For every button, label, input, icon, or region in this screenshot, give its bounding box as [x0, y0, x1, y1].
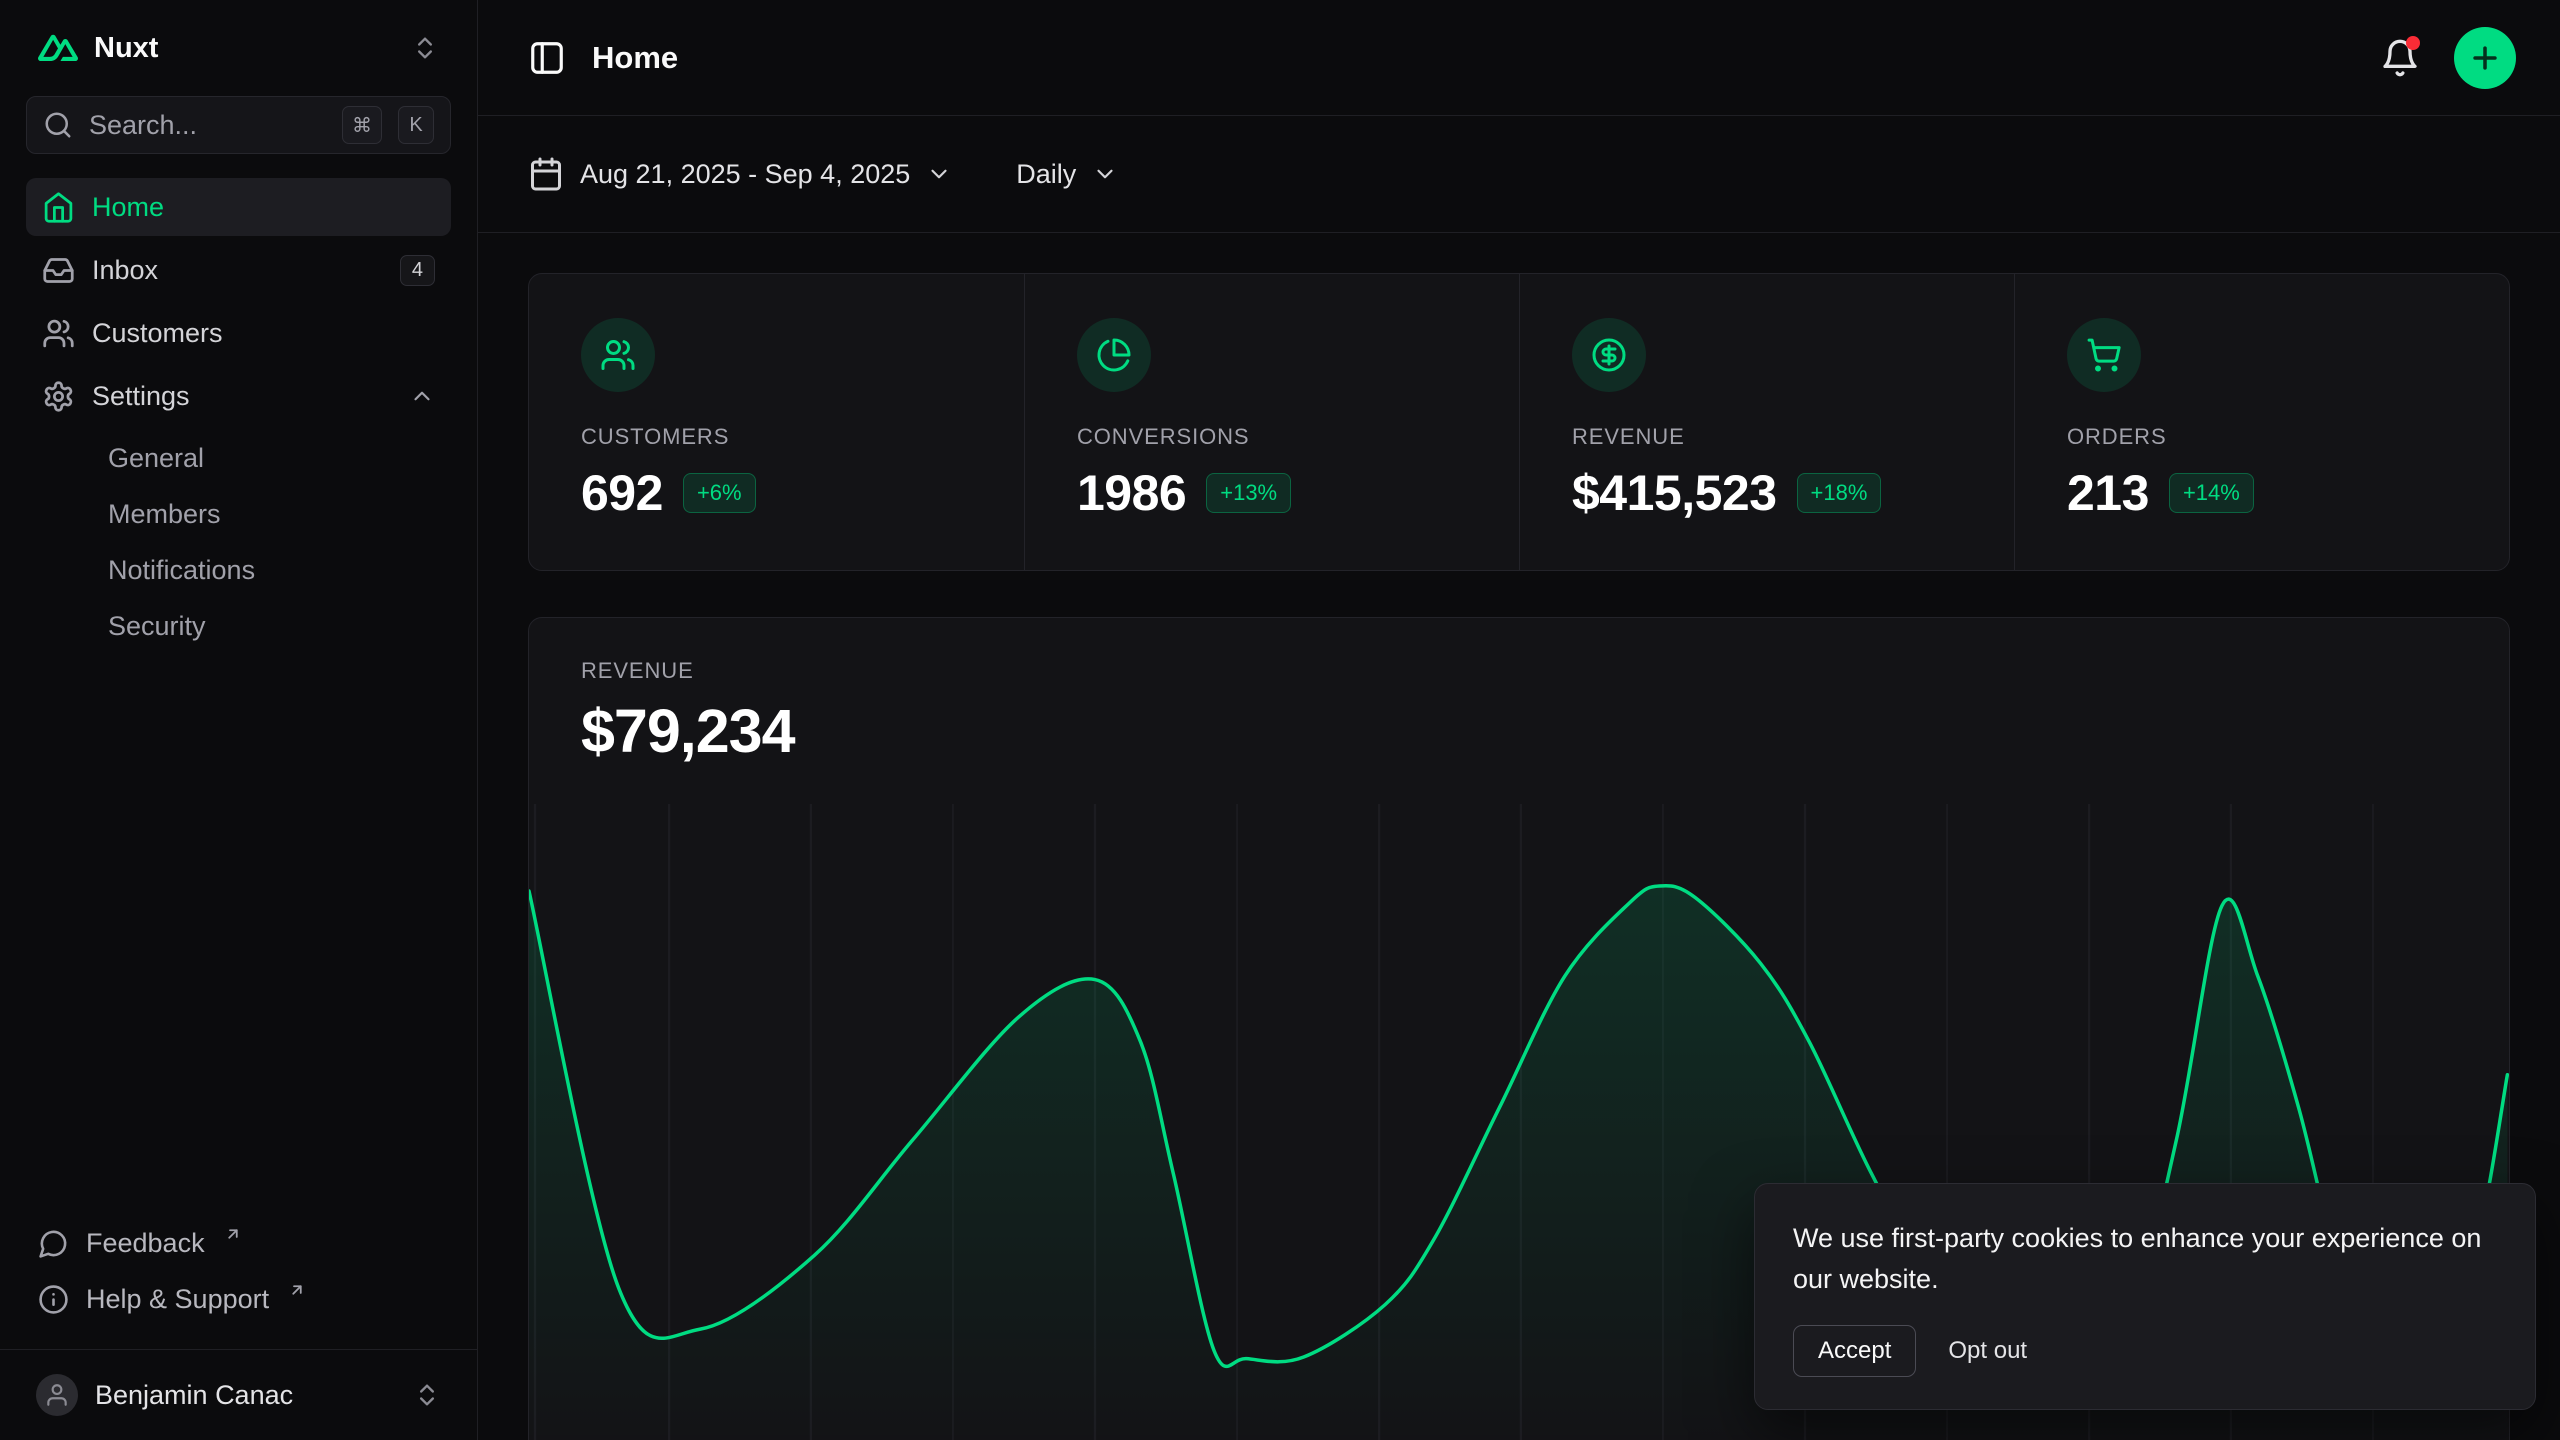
sidebar-item-members[interactable]: Members — [92, 486, 451, 542]
revenue-chart-value: $79,234 — [581, 696, 2457, 766]
stat-label: CONVERSIONS — [1077, 424, 1467, 450]
app-root: Nuxt Search... ⌘ K Home — [0, 0, 2560, 1440]
cookie-actions: Accept Opt out — [1793, 1325, 2497, 1377]
pie-chart-icon — [1077, 318, 1151, 392]
topbar: Home — [478, 0, 2560, 116]
stat-delta-badge: +13% — [1206, 473, 1291, 513]
stat-delta-badge: +14% — [2169, 473, 2254, 513]
stat-delta-badge: +6% — [683, 473, 756, 513]
toolbar: Aug 21, 2025 - Sep 4, 2025 Daily — [478, 116, 2560, 233]
help-support-link[interactable]: Help & Support — [26, 1271, 451, 1327]
stat-value: 692 — [581, 464, 663, 522]
home-icon — [42, 191, 75, 224]
stats-grid: CUSTOMERS 692 +6% CONVERSIONS 1986 +13% — [528, 273, 2510, 571]
sidebar-item-inbox[interactable]: Inbox 4 — [26, 241, 451, 299]
kbd-meta: ⌘ — [342, 106, 382, 144]
sidebar-item-label: Inbox — [92, 255, 158, 286]
search-placeholder: Search... — [89, 110, 197, 141]
nuxt-logo-icon — [38, 28, 78, 68]
sub-item-label: Members — [108, 499, 221, 530]
user-menu[interactable]: Benjamin Canac — [0, 1349, 477, 1440]
stat-card-customers[interactable]: CUSTOMERS 692 +6% — [529, 274, 1024, 570]
users-icon — [581, 318, 655, 392]
revenue-chart-header: REVENUE $79,234 — [529, 618, 2509, 804]
stat-value: 1986 — [1077, 464, 1186, 522]
search-icon — [43, 110, 73, 140]
stat-label: REVENUE — [1572, 424, 1962, 450]
gear-icon — [42, 380, 75, 413]
sidebar-toggle-icon[interactable] — [528, 39, 566, 77]
settings-sub-list: General Members Notifications Security — [26, 430, 451, 654]
chevrons-up-down-icon — [411, 34, 439, 62]
stat-label: ORDERS — [2067, 424, 2457, 450]
sidebar: Nuxt Search... ⌘ K Home — [0, 0, 478, 1440]
sidebar-item-home[interactable]: Home — [26, 178, 451, 236]
revenue-chart-label: REVENUE — [581, 658, 2457, 684]
chevron-down-icon — [1092, 161, 1118, 187]
sidebar-footer: Feedback Help & Support — [26, 1215, 451, 1343]
stat-label: CUSTOMERS — [581, 424, 972, 450]
sidebar-nav: Home Inbox 4 Customers Settings — [26, 178, 451, 660]
feedback-link[interactable]: Feedback — [26, 1215, 451, 1271]
interval-label: Daily — [1016, 159, 1076, 190]
stat-card-revenue[interactable]: REVENUE $415,523 +18% — [1519, 274, 2014, 570]
topbar-actions — [2380, 27, 2516, 89]
sub-item-label: Notifications — [108, 555, 255, 586]
search-input[interactable]: Search... ⌘ K — [26, 96, 451, 154]
cookie-accept-button[interactable]: Accept — [1793, 1325, 1916, 1377]
interval-select[interactable]: Daily — [1016, 159, 1118, 190]
chevron-down-icon — [926, 161, 952, 187]
page-title: Home — [592, 40, 678, 76]
sub-item-label: General — [108, 443, 204, 474]
team-switcher[interactable]: Nuxt — [26, 16, 451, 80]
calendar-icon — [528, 156, 564, 192]
external-link-icon — [224, 1225, 242, 1243]
inbox-count-badge: 4 — [400, 255, 435, 286]
sidebar-item-label: Customers — [92, 318, 223, 349]
users-icon — [42, 317, 75, 350]
stat-card-orders[interactable]: ORDERS 213 +14% — [2014, 274, 2509, 570]
avatar — [36, 1374, 78, 1416]
footer-link-label: Help & Support — [86, 1284, 269, 1315]
cookie-optout-button[interactable]: Opt out — [1926, 1326, 2049, 1376]
stat-card-conversions[interactable]: CONVERSIONS 1986 +13% — [1024, 274, 1519, 570]
stat-delta-badge: +18% — [1797, 473, 1882, 513]
date-range-picker[interactable]: Aug 21, 2025 - Sep 4, 2025 — [528, 156, 952, 192]
stat-value: $415,523 — [1572, 464, 1777, 522]
sidebar-item-notifications[interactable]: Notifications — [92, 542, 451, 598]
notification-dot — [2406, 36, 2420, 50]
add-button[interactable] — [2454, 27, 2516, 89]
sub-item-label: Security — [108, 611, 206, 642]
sidebar-item-settings[interactable]: Settings — [26, 367, 451, 425]
dollar-circle-icon — [1572, 318, 1646, 392]
sidebar-item-label: Home — [92, 192, 164, 223]
kbd-k: K — [398, 106, 434, 144]
notifications-bell-icon[interactable] — [2380, 38, 2420, 78]
sidebar-item-label: Settings — [92, 381, 190, 412]
footer-link-label: Feedback — [86, 1228, 205, 1259]
sidebar-item-general[interactable]: General — [92, 430, 451, 486]
info-icon — [38, 1284, 69, 1315]
date-range-label: Aug 21, 2025 - Sep 4, 2025 — [580, 159, 910, 190]
sidebar-item-customers[interactable]: Customers — [26, 304, 451, 362]
cookie-banner: We use first-party cookies to enhance yo… — [1754, 1183, 2536, 1410]
cookie-message: We use first-party cookies to enhance yo… — [1793, 1218, 2497, 1299]
chevron-up-icon — [409, 383, 435, 409]
stat-value: 213 — [2067, 464, 2149, 522]
brand-name: Nuxt — [94, 32, 158, 65]
sidebar-item-security[interactable]: Security — [92, 598, 451, 654]
user-name: Benjamin Canac — [95, 1380, 293, 1411]
inbox-icon — [42, 254, 75, 287]
external-link-icon — [288, 1281, 306, 1299]
chevrons-up-down-icon — [413, 1381, 441, 1409]
cart-icon — [2067, 318, 2141, 392]
chat-bubble-icon — [38, 1228, 69, 1259]
